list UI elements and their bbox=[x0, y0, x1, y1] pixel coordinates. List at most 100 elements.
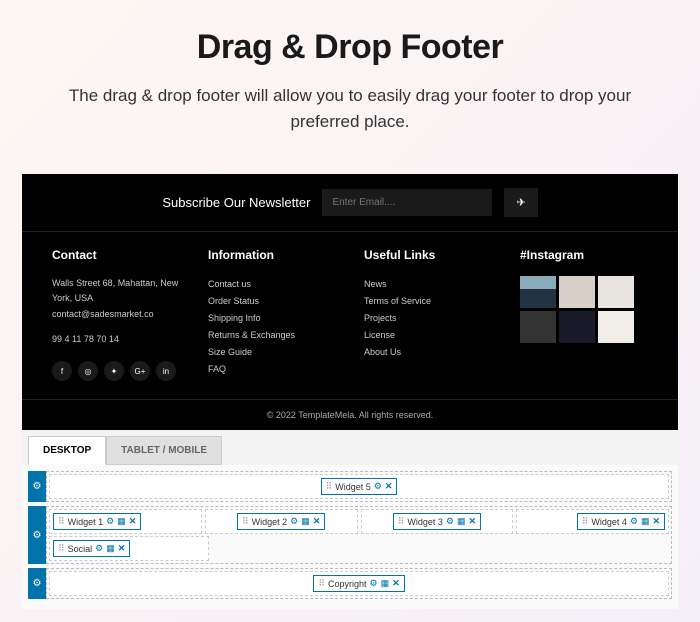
widget-label: Widget 4 bbox=[591, 517, 627, 527]
close-icon[interactable]: ✕ bbox=[129, 516, 137, 527]
widget-label: Widget 2 bbox=[252, 517, 288, 527]
newsletter-bar: Subscribe Our Newsletter ✈ bbox=[22, 174, 678, 232]
eye-icon[interactable]: ▦ bbox=[106, 543, 115, 554]
builder-row-2: ⚙ ⠿ Widget 1 ⚙ ▦ ✕ bbox=[28, 506, 672, 564]
widget-chip-3[interactable]: ⠿ Widget 3 ⚙ ▦ ✕ bbox=[393, 513, 481, 530]
widget-label: Copyright bbox=[328, 579, 367, 589]
drag-icon: ⠿ bbox=[318, 578, 325, 589]
builder-row-3: ⚙ ⠿ Copyright ⚙ ▦ ✕ bbox=[28, 568, 672, 599]
widget-label: Social bbox=[68, 544, 93, 554]
builder-cell[interactable]: ⠿ Social ⚙ ▦ ✕ bbox=[49, 536, 209, 561]
footer-col-instagram: #Instagram bbox=[520, 248, 648, 381]
newsletter-input[interactable] bbox=[322, 189, 492, 216]
instagram-thumb[interactable] bbox=[520, 276, 556, 308]
social-icons: f ◎ ✦ G+ in bbox=[52, 361, 180, 381]
close-icon[interactable]: ✕ bbox=[468, 516, 476, 527]
tab-mobile[interactable]: TABLET / MOBILE bbox=[106, 436, 222, 465]
contact-email: contact@sadesmarket.co bbox=[52, 307, 180, 322]
row-settings-button[interactable]: ⚙ bbox=[28, 506, 46, 564]
instagram-thumb[interactable] bbox=[559, 311, 595, 343]
twitter-icon[interactable]: ✦ bbox=[104, 361, 124, 381]
builder-row-1: ⚙ ⠿ Widget 5 ⚙ ✕ bbox=[28, 471, 672, 502]
newsletter-submit-button[interactable]: ✈ bbox=[504, 188, 537, 217]
page-title: Drag & Drop Footer bbox=[40, 28, 660, 67]
gear-icon: ⚙ bbox=[33, 530, 42, 541]
gear-icon[interactable]: ⚙ bbox=[630, 516, 638, 527]
widget-chip-4[interactable]: ⠿ Widget 4 ⚙ ▦ ✕ bbox=[577, 513, 665, 530]
info-link[interactable]: Size Guide bbox=[208, 344, 336, 361]
linkedin-icon[interactable]: in bbox=[156, 361, 176, 381]
widget-chip-2[interactable]: ⠿ Widget 2 ⚙ ▦ ✕ bbox=[237, 513, 325, 530]
close-icon[interactable]: ✕ bbox=[392, 578, 400, 589]
footer-col-information: Information Contact us Order Status Ship… bbox=[208, 248, 336, 381]
facebook-icon[interactable]: f bbox=[52, 361, 72, 381]
gear-icon[interactable]: ⚙ bbox=[95, 543, 103, 554]
eye-icon[interactable]: ▦ bbox=[641, 516, 650, 527]
drag-icon: ⠿ bbox=[58, 516, 65, 527]
gear-icon[interactable]: ⚙ bbox=[106, 516, 114, 527]
gear-icon[interactable]: ⚙ bbox=[446, 516, 454, 527]
close-icon[interactable]: ✕ bbox=[118, 543, 126, 554]
row-settings-button[interactable]: ⚙ bbox=[28, 471, 46, 502]
gear-icon: ⚙ bbox=[33, 481, 42, 492]
builder-tabs: DESKTOP TABLET / MOBILE bbox=[22, 430, 678, 465]
useful-title: Useful Links bbox=[364, 248, 492, 262]
drag-icon: ⠿ bbox=[58, 543, 65, 554]
contact-phone: 99 4 11 78 70 14 bbox=[52, 332, 180, 347]
page-subtitle: The drag & drop footer will allow you to… bbox=[40, 83, 660, 134]
eye-icon[interactable]: ▦ bbox=[301, 516, 310, 527]
contact-title: Contact bbox=[52, 248, 180, 262]
eye-icon[interactable]: ▦ bbox=[117, 516, 126, 527]
useful-link[interactable]: About Us bbox=[364, 344, 492, 361]
info-link[interactable]: Shipping Info bbox=[208, 310, 336, 327]
instagram-thumb[interactable] bbox=[598, 311, 634, 343]
useful-link[interactable]: Terms of Service bbox=[364, 293, 492, 310]
drag-icon: ⠿ bbox=[398, 516, 405, 527]
builder-cell[interactable]: ⠿ Widget 3 ⚙ ▦ ✕ bbox=[361, 509, 514, 534]
builder-cell[interactable]: ⠿ Widget 2 ⚙ ▦ ✕ bbox=[205, 509, 358, 534]
useful-link[interactable]: License bbox=[364, 327, 492, 344]
instagram-icon[interactable]: ◎ bbox=[78, 361, 98, 381]
footer-col-useful: Useful Links News Terms of Service Proje… bbox=[364, 248, 492, 381]
send-icon: ✈ bbox=[516, 197, 525, 209]
gear-icon[interactable]: ⚙ bbox=[290, 516, 298, 527]
copyright-text: © 2022 TemplateMela. All rights reserved… bbox=[22, 399, 678, 430]
newsletter-label: Subscribe Our Newsletter bbox=[162, 195, 310, 210]
builder-cell[interactable]: ⠿ Widget 5 ⚙ ✕ bbox=[49, 474, 669, 499]
useful-link[interactable]: Projects bbox=[364, 310, 492, 327]
widget-chip-copyright[interactable]: ⠿ Copyright ⚙ ▦ ✕ bbox=[313, 575, 404, 592]
gear-icon[interactable]: ⚙ bbox=[374, 481, 382, 492]
widget-chip-social[interactable]: ⠿ Social ⚙ ▦ ✕ bbox=[53, 540, 130, 557]
eye-icon[interactable]: ▦ bbox=[381, 578, 390, 589]
builder-cell[interactable]: ⠿ Copyright ⚙ ▦ ✕ bbox=[49, 571, 669, 596]
widget-label: Widget 1 bbox=[68, 517, 104, 527]
widget-label: Widget 3 bbox=[407, 517, 443, 527]
useful-link[interactable]: News bbox=[364, 276, 492, 293]
close-icon[interactable]: ✕ bbox=[385, 481, 393, 492]
drag-icon: ⠿ bbox=[582, 516, 589, 527]
information-title: Information bbox=[208, 248, 336, 262]
widget-chip-5[interactable]: ⠿ Widget 5 ⚙ ✕ bbox=[321, 478, 398, 495]
tab-desktop[interactable]: DESKTOP bbox=[28, 436, 106, 465]
info-link[interactable]: Order Status bbox=[208, 293, 336, 310]
widget-chip-1[interactable]: ⠿ Widget 1 ⚙ ▦ ✕ bbox=[53, 513, 141, 530]
builder-cell[interactable]: ⠿ Widget 4 ⚙ ▦ ✕ bbox=[516, 509, 669, 534]
drag-icon: ⠿ bbox=[326, 481, 333, 492]
instagram-title: #Instagram bbox=[520, 248, 648, 262]
info-link[interactable]: Returns & Exchanges bbox=[208, 327, 336, 344]
eye-icon[interactable]: ▦ bbox=[457, 516, 466, 527]
gear-icon[interactable]: ⚙ bbox=[369, 578, 377, 589]
instagram-grid bbox=[520, 276, 648, 343]
close-icon[interactable]: ✕ bbox=[313, 516, 321, 527]
instagram-thumb[interactable] bbox=[520, 311, 556, 343]
footer-builder: DESKTOP TABLET / MOBILE ⚙ ⠿ Widget 5 ⚙ ✕… bbox=[22, 430, 678, 609]
instagram-thumb[interactable] bbox=[598, 276, 634, 308]
builder-cell[interactable]: ⠿ Widget 1 ⚙ ▦ ✕ bbox=[49, 509, 202, 534]
info-link[interactable]: FAQ bbox=[208, 361, 336, 378]
info-link[interactable]: Contact us bbox=[208, 276, 336, 293]
close-icon[interactable]: ✕ bbox=[652, 516, 660, 527]
googleplus-icon[interactable]: G+ bbox=[130, 361, 150, 381]
row-settings-button[interactable]: ⚙ bbox=[28, 568, 46, 599]
instagram-thumb[interactable] bbox=[559, 276, 595, 308]
widget-label: Widget 5 bbox=[335, 482, 371, 492]
